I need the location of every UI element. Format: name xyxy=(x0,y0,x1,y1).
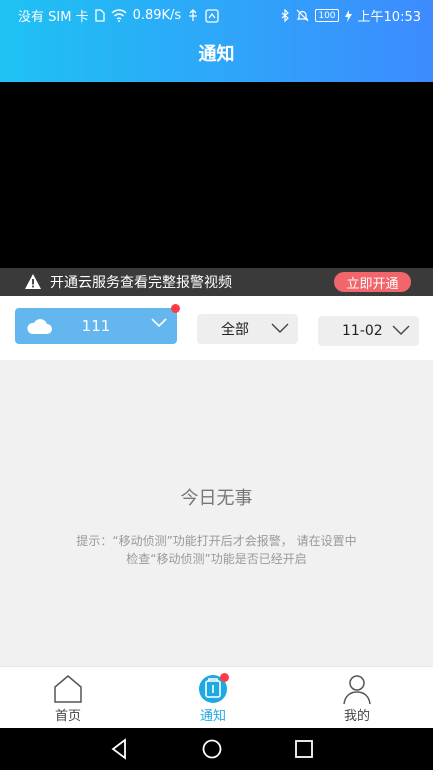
sim-card-icon xyxy=(94,9,105,22)
battery-level: 100 xyxy=(318,10,336,21)
tab-notifications[interactable]: 通知 xyxy=(173,673,253,724)
empty-state-hint: 提示：“移动侦测”功能打开后才会报警， 请在设置中 检查“移动侦测”功能是否已经… xyxy=(0,532,433,568)
home-button-icon[interactable] xyxy=(200,737,224,761)
mute-icon xyxy=(296,9,309,22)
bluetooth-icon xyxy=(281,9,290,22)
device-selector[interactable]: 111 xyxy=(15,304,180,344)
page-title: 通知 xyxy=(198,44,235,65)
bottom-tab-bar: 首页 通知 我的 xyxy=(0,666,433,729)
activate-now-button[interactable]: 立即开通 xyxy=(334,272,411,292)
date-filter-value: 11-02 xyxy=(342,323,383,339)
carrier-label: 没有 SIM 卡 xyxy=(18,10,89,25)
type-filter-dropdown[interactable]: 全部 xyxy=(197,314,298,344)
status-bar: 没有 SIM 卡 0.89K/s 100 上午10:53 xyxy=(0,0,433,28)
home-icon xyxy=(54,675,82,703)
tab-profile[interactable]: 我的 xyxy=(317,673,397,724)
tab-notifications-label: 通知 xyxy=(199,709,226,724)
tab-profile-label: 我的 xyxy=(343,709,370,724)
empty-state-title: 今日无事 xyxy=(180,488,253,509)
app-notification-icon xyxy=(205,8,219,23)
header: 没有 SIM 卡 0.89K/s 100 上午10:53 通知 xyxy=(0,0,433,82)
video-player[interactable] xyxy=(0,82,433,268)
clock: 上午10:53 xyxy=(357,10,421,25)
back-icon[interactable] xyxy=(108,737,132,761)
tab-home[interactable]: 首页 xyxy=(28,673,108,724)
recents-icon[interactable] xyxy=(292,737,316,761)
profile-icon xyxy=(343,675,371,705)
notification-badge xyxy=(220,673,229,682)
cloud-service-banner: 开通云服务查看完整报警视频 立即开通 xyxy=(0,268,433,296)
tab-home-label: 首页 xyxy=(54,709,81,724)
net-speed: 0.89K/s xyxy=(132,8,182,23)
notification-list-empty: 今日无事 提示：“移动侦测”功能打开后才会报警， 请在设置中 检查“移动侦测”功… xyxy=(0,360,433,666)
usb-icon xyxy=(189,9,198,21)
chevron-down-icon xyxy=(271,323,289,333)
hint-line-1: 提示：“移动侦测”功能打开后才会报警， 请在设置中 xyxy=(76,534,357,548)
wifi-icon xyxy=(111,9,127,22)
battery-icon: 100 xyxy=(315,9,339,22)
date-filter-dropdown[interactable]: 11-02 xyxy=(318,316,419,346)
chevron-down-icon xyxy=(392,325,410,335)
device-badge xyxy=(171,304,180,313)
system-nav-bar xyxy=(0,728,433,770)
charging-icon xyxy=(344,9,352,22)
filter-bar: 111 全部 11-02 xyxy=(0,296,433,360)
chevron-down-icon xyxy=(151,318,167,328)
hint-line-2: 检查“移动侦测”功能是否已经开启 xyxy=(126,552,307,566)
banner-text: 开通云服务查看完整报警视频 xyxy=(50,275,232,291)
type-filter-value: 全部 xyxy=(221,322,249,338)
warning-icon xyxy=(25,274,41,289)
